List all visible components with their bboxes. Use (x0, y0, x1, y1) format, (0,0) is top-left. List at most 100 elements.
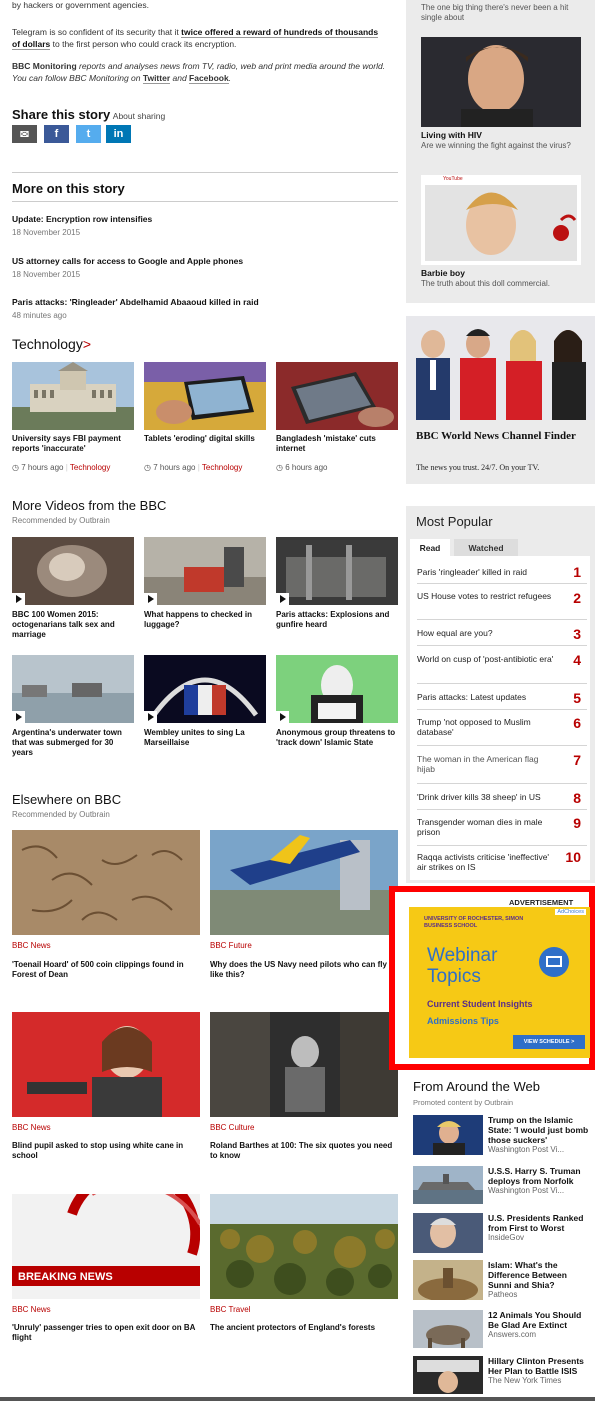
web-item-title[interactable]: 12 Animals You Should Be Glad Are Extinc… (488, 1310, 592, 1330)
popular-item-title[interactable]: US House votes to restrict refugees (417, 591, 557, 601)
video-thumb[interactable] (144, 655, 266, 723)
story-link-item[interactable]: Paris attacks: 'Ringleader' Abdelhamid A… (12, 297, 392, 320)
popular-item[interactable]: Transgender woman dies in male prison 9 (417, 812, 587, 846)
promo-thumb-hiv[interactable] (421, 37, 581, 127)
web-item-thumb[interactable] (413, 1310, 483, 1348)
email-share-button[interactable]: ✉ (12, 125, 37, 143)
story-link-item[interactable]: US attorney calls for access to Google a… (12, 256, 392, 279)
web-item-title[interactable]: Islam: What's the Difference Between Sun… (488, 1260, 592, 1290)
tag-link[interactable]: Technology (202, 463, 242, 472)
popular-item[interactable]: The woman in the American flag hijab 7 (417, 748, 587, 784)
web-item-thumb[interactable] (413, 1115, 483, 1155)
adchoices-link[interactable]: AdChoices (555, 909, 586, 915)
popular-item[interactable]: How equal are you? 3 (417, 622, 587, 646)
twitter-share-button[interactable]: t (76, 125, 101, 143)
elsewhere-thumb[interactable] (210, 1194, 398, 1299)
story-link-item[interactable]: Update: Encryption row intensifies 18 No… (12, 214, 392, 237)
web-item[interactable]: U.S. Presidents Ranked from First to Wor… (488, 1213, 592, 1243)
promo-thumb-barbie[interactable]: YouTube (421, 175, 581, 265)
technology-title[interactable]: Technology (12, 336, 83, 352)
web-item-title[interactable]: U.S.S. Harry S. Truman deploys from Norf… (488, 1166, 592, 1186)
popular-item-title[interactable]: 'Drink driver kills 38 sheep' in US (417, 792, 557, 802)
popular-item-title[interactable]: The woman in the American flag hijab (417, 754, 557, 774)
web-item-thumb[interactable] (413, 1213, 483, 1253)
popular-rank: 1 (573, 564, 581, 580)
popular-item-title[interactable]: Paris 'ringleader' killed in raid (417, 567, 557, 577)
ad-banner[interactable]: AdChoices UNIVERSITY OF ROCHESTER, SIMON… (409, 907, 590, 1058)
popular-item-title[interactable]: How equal are you? (417, 628, 557, 638)
presenters-image[interactable] (406, 316, 595, 420)
video-thumb[interactable] (12, 537, 134, 605)
tech-item-title[interactable]: University says FBI payment reports 'ina… (12, 434, 134, 454)
video-title[interactable]: What happens to checked in luggage? (144, 610, 266, 630)
tech-thumb-laptop[interactable] (276, 362, 398, 430)
video-thumb[interactable] (144, 537, 266, 605)
popular-item-title[interactable]: Raqqa activists criticise 'ineffective' … (417, 852, 557, 872)
elsewhere-item-title[interactable]: 'Unruly' passenger tries to open exit do… (12, 1323, 202, 1343)
elsewhere-thumb[interactable]: BREAKING NEWS (12, 1194, 200, 1299)
web-item-title[interactable]: Trump on the Islamic State: 'I would jus… (488, 1115, 592, 1145)
web-item-title[interactable]: Hillary Clinton Presents Her Plan to Bat… (488, 1356, 592, 1376)
promo-title[interactable]: Barbie boy (421, 268, 465, 278)
linkedin-share-button[interactable]: in (106, 125, 131, 143)
web-item-thumb[interactable] (413, 1166, 483, 1204)
story-link-title[interactable]: Paris attacks: 'Ringleader' Abdelhamid A… (12, 297, 392, 307)
promo-title[interactable]: Living with HIV (421, 130, 482, 140)
web-item[interactable]: Trump on the Islamic State: 'I would jus… (488, 1115, 592, 1155)
elsewhere-thumb[interactable] (12, 1012, 200, 1117)
popular-item-title[interactable]: Trump 'not opposed to Muslim database' (417, 717, 557, 737)
elsewhere-thumb[interactable] (210, 830, 398, 935)
twitter-link[interactable]: Twitter (142, 73, 171, 84)
popular-item-title[interactable]: Paris attacks: Latest updates (417, 692, 557, 702)
world-news-title[interactable]: BBC World News Channel Finder (416, 430, 586, 443)
popular-item[interactable]: 'Drink driver kills 38 sheep' in US 8 (417, 786, 587, 810)
popular-item[interactable]: US House votes to restrict refugees 2 (417, 586, 587, 620)
popular-item[interactable]: Trump 'not opposed to Muslim database' 6 (417, 712, 587, 746)
elsewhere-thumb[interactable] (210, 1012, 398, 1117)
video-thumb[interactable] (276, 537, 398, 605)
video-title[interactable]: Argentina's underwater town that was sub… (12, 728, 134, 758)
video-thumb[interactable] (12, 655, 134, 723)
web-item[interactable]: U.S.S. Harry S. Truman deploys from Norf… (488, 1166, 592, 1196)
popular-item-title[interactable]: Transgender woman dies in male prison (417, 817, 557, 837)
sidebar-teaser[interactable]: The one big thing there's never been a h… (421, 3, 586, 23)
web-item[interactable]: 12 Animals You Should Be Glad Are Extinc… (488, 1310, 592, 1340)
video-thumb[interactable] (276, 655, 398, 723)
story-link-title[interactable]: US attorney calls for access to Google a… (12, 256, 392, 266)
tag-link[interactable]: Technology (70, 463, 110, 472)
popular-item[interactable]: Raqqa activists criticise 'ineffective' … (417, 848, 587, 878)
tab-read[interactable]: Read (410, 539, 450, 556)
video-title[interactable]: Anonymous group threatens to 'track down… (276, 728, 398, 748)
about-sharing-link[interactable]: About sharing (113, 111, 165, 121)
tab-watched[interactable]: Watched (454, 539, 518, 556)
popular-item[interactable]: Paris 'ringleader' killed in raid 1 (417, 562, 587, 584)
elsewhere-item-title[interactable]: 'Toenail Hoard' of 500 coin clippings fo… (12, 960, 197, 980)
popular-item[interactable]: World on cusp of 'post-antibiotic era' 4 (417, 648, 587, 684)
popular-item-title[interactable]: World on cusp of 'post-antibiotic era' (417, 654, 557, 664)
divider (12, 172, 398, 173)
tech-item-title[interactable]: Bangladesh 'mistake' cuts internet (276, 434, 398, 454)
web-item-thumb[interactable] (413, 1356, 483, 1394)
tech-thumb-tablet[interactable] (144, 362, 266, 430)
web-item-title[interactable]: U.S. Presidents Ranked from First to Wor… (488, 1213, 592, 1233)
story-link-title[interactable]: Update: Encryption row intensifies (12, 214, 392, 224)
video-title[interactable]: BBC 100 Women 2015: octogenarians talk s… (12, 610, 134, 640)
elsewhere-item-title[interactable]: Roland Barthes at 100: The six quotes yo… (210, 1141, 398, 1161)
web-item[interactable]: Hillary Clinton Presents Her Plan to Bat… (488, 1356, 592, 1386)
popular-item[interactable]: Paris attacks: Latest updates 5 (417, 686, 587, 710)
view-schedule-button[interactable]: VIEW SCHEDULE > (513, 1035, 585, 1049)
elsewhere-item-title[interactable]: Blind pupil asked to stop using white ca… (12, 1141, 202, 1161)
tech-thumb-university[interactable] (12, 362, 134, 430)
web-item-thumb[interactable] (413, 1260, 483, 1300)
technology-header[interactable]: Technology> (12, 336, 91, 352)
elsewhere-thumb[interactable] (12, 830, 200, 935)
facebook-link[interactable]: Facebook (189, 73, 229, 84)
video-title[interactable]: Paris attacks: Explosions and gunfire he… (276, 610, 398, 630)
linkedin-icon: in (113, 128, 124, 140)
elsewhere-item-title[interactable]: Why does the US Navy need pilots who can… (210, 960, 395, 980)
video-title[interactable]: Wembley unites to sing La Marseillaise (144, 728, 266, 748)
web-item[interactable]: Islam: What's the Difference Between Sun… (488, 1260, 592, 1300)
facebook-share-button[interactable]: f (44, 125, 69, 143)
tech-item-title[interactable]: Tablets 'eroding' digital skills (144, 434, 269, 444)
elsewhere-item-title[interactable]: The ancient protectors of England's fore… (210, 1323, 398, 1333)
